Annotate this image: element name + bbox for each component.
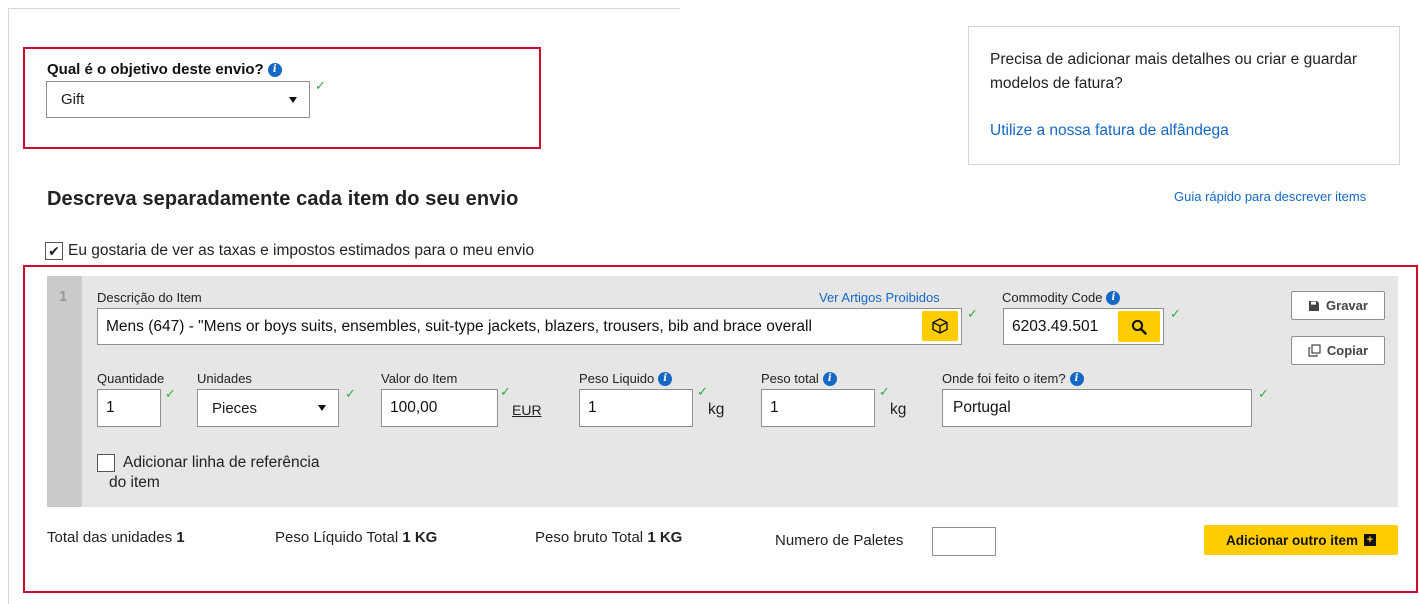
- add-item-label: Adicionar outro item: [1225, 532, 1358, 548]
- gross-weight-total: Peso bruto Total 1 KG: [535, 529, 682, 546]
- check-icon: ✓: [315, 78, 326, 93]
- help-text: Precisa de adicionar mais detalhes ou cr…: [990, 51, 1358, 92]
- info-icon[interactable]: i: [267, 62, 282, 77]
- commodity-search-button[interactable]: [1118, 311, 1160, 342]
- chevron-down-icon: [318, 405, 326, 411]
- total-weight-input[interactable]: 1: [761, 389, 875, 427]
- total-weight-unit: kg: [890, 401, 907, 418]
- package-icon: [932, 318, 948, 334]
- reference-line-checkbox[interactable]: [97, 454, 115, 472]
- item-value-value: 100,00: [390, 399, 438, 416]
- units-select[interactable]: Pieces: [197, 389, 339, 427]
- taxes-row: ✔ Eu gostaria de ver as taxas e impostos…: [45, 242, 534, 260]
- commodity-code-label-text: Commodity Code: [1002, 290, 1103, 305]
- net-weight-total-value: 1 KG: [402, 529, 438, 546]
- check-icon: ✓: [165, 386, 176, 401]
- section-title: Descreva separadamente cada item do seu …: [47, 188, 519, 210]
- net-weight-value: 1: [588, 399, 597, 416]
- quick-guide-link[interactable]: Guia rápido para descrever items: [1174, 189, 1366, 204]
- item-number-column: [47, 276, 82, 507]
- total-weight-label: Peso total i: [761, 371, 837, 386]
- origin-label-text: Onde foi feito o item?: [942, 371, 1066, 386]
- purpose-label: Qual é o objetivo deste envio? i: [47, 61, 282, 78]
- pallets-label: Numero de Paletes: [775, 532, 904, 549]
- pallets-input[interactable]: [932, 527, 996, 556]
- net-weight-total-label: Peso Líquido Total: [275, 529, 399, 546]
- search-icon: [1131, 319, 1147, 335]
- total-units-value: 1: [176, 529, 185, 546]
- add-item-button[interactable]: Adicionar outro item +: [1204, 525, 1398, 555]
- commodity-code-value: 6203.49.501: [1012, 317, 1099, 335]
- chevron-down-icon: [289, 96, 297, 103]
- check-icon: ✓: [345, 386, 356, 401]
- total-units-label: Total das unidades: [47, 529, 173, 546]
- reference-line-label-2: do item: [109, 474, 160, 491]
- info-icon[interactable]: i: [1106, 290, 1121, 305]
- check-icon: ✓: [500, 384, 511, 399]
- item-value-input[interactable]: 100,00: [381, 389, 498, 427]
- net-weight-unit: kg: [708, 401, 725, 418]
- info-icon[interactable]: i: [822, 371, 837, 386]
- check-icon: ✓: [1258, 386, 1269, 401]
- gross-weight-total-label: Peso bruto Total: [535, 529, 644, 546]
- check-icon: ✓: [1170, 306, 1181, 321]
- save-icon: [1309, 300, 1320, 311]
- units-select-value: Pieces: [212, 399, 258, 417]
- quantity-label: Quantidade: [97, 371, 165, 386]
- plus-icon: +: [1364, 534, 1376, 546]
- copy-button[interactable]: Copiar: [1291, 336, 1385, 365]
- origin-value: Portugal: [953, 399, 1011, 416]
- item-number: 1: [59, 288, 68, 305]
- total-weight-label-text: Peso total: [761, 371, 819, 386]
- quantity-input[interactable]: 1: [97, 389, 161, 427]
- save-button[interactable]: Gravar: [1291, 291, 1385, 320]
- quantity-value: 1: [106, 399, 115, 416]
- frame-gap: [680, 7, 1419, 9]
- package-icon-button[interactable]: [922, 311, 958, 341]
- copy-icon: [1308, 344, 1321, 357]
- item-value-label: Valor do Item: [381, 371, 458, 386]
- reference-line-label: Adicionar linha de referência do item: [109, 453, 320, 493]
- check-icon: ✓: [879, 384, 890, 399]
- taxes-label: Eu gostaria de ver as taxas e impostos e…: [68, 242, 535, 259]
- net-weight-label: Peso Liquido i: [579, 371, 673, 386]
- check-icon: ✓: [967, 306, 978, 321]
- reference-line-label-1: Adicionar linha de referência: [123, 454, 320, 471]
- commodity-code-label: Commodity Code i: [1002, 290, 1121, 305]
- check-icon: ✓: [697, 384, 708, 399]
- origin-input[interactable]: Portugal: [942, 389, 1252, 427]
- purpose-select[interactable]: Gift: [46, 81, 310, 118]
- gross-weight-total-value: 1 KG: [647, 529, 683, 546]
- taxes-checkbox[interactable]: ✔: [45, 242, 63, 260]
- net-weight-total: Peso Líquido Total 1 KG: [275, 529, 437, 546]
- description-input-value: Mens (647) - "Mens or boys suits, ensemb…: [106, 317, 812, 335]
- total-weight-value: 1: [770, 399, 779, 416]
- prohibited-items-link[interactable]: Ver Artigos Proibidos: [819, 290, 940, 305]
- purpose-select-value: Gift: [61, 91, 85, 108]
- info-icon[interactable]: i: [658, 371, 673, 386]
- net-weight-input[interactable]: 1: [579, 389, 693, 427]
- units-label: Unidades: [197, 371, 252, 386]
- origin-label: Onde foi feito o item? i: [942, 371, 1084, 386]
- description-label: Descrição do Item: [97, 290, 202, 305]
- currency-link[interactable]: EUR: [512, 402, 542, 418]
- total-units: Total das unidades 1: [47, 529, 185, 546]
- net-weight-label-text: Peso Liquido: [579, 371, 655, 386]
- save-button-label: Gravar: [1326, 298, 1368, 313]
- purpose-label-text: Qual é o objetivo deste envio?: [47, 61, 264, 78]
- customs-invoice-link[interactable]: Utilize a nossa fatura de alfândega: [990, 122, 1229, 140]
- description-input[interactable]: Mens (647) - "Mens or boys suits, ensemb…: [97, 308, 962, 345]
- copy-button-label: Copiar: [1326, 343, 1369, 358]
- info-icon[interactable]: i: [1069, 371, 1084, 386]
